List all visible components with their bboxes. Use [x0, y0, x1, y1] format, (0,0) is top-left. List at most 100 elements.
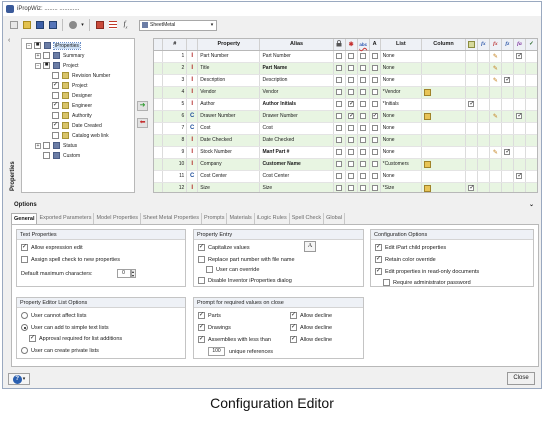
grid-checkbox[interactable] [371, 124, 378, 131]
flag-cell[interactable] [369, 158, 381, 171]
column-cell[interactable] [421, 86, 466, 99]
collapse-icon[interactable]: − [35, 62, 41, 69]
tree-node[interactable]: Designer [44, 91, 92, 100]
grid-checkbox[interactable] [360, 52, 367, 59]
cannot-affect-row[interactable]: User cannot affect lists [21, 311, 87, 320]
close-button[interactable]: Close [507, 372, 535, 385]
drawings-row[interactable]: ✓ Drawings [198, 323, 231, 332]
option-cell[interactable] [513, 182, 526, 192]
grid-checkbox[interactable]: ✓ [371, 112, 378, 119]
flag-cell[interactable] [333, 122, 346, 135]
row-selector[interactable] [154, 62, 164, 75]
tab-materials[interactable]: Materials [227, 213, 255, 224]
list-cell[interactable]: None [380, 146, 423, 159]
parts-checkbox[interactable]: ✓ [198, 312, 205, 319]
edit-child-row[interactable]: ✓ Edit iPart child properties [375, 243, 446, 252]
option-cell[interactable]: ✓ [501, 146, 514, 159]
option-cell[interactable] [513, 122, 526, 135]
option-cell[interactable]: ✎ [489, 146, 502, 159]
flag-cell[interactable] [333, 86, 346, 99]
expand-icon[interactable]: + [35, 52, 41, 59]
private-lists-radio[interactable] [21, 347, 28, 354]
grid-checkbox[interactable]: ✓ [504, 148, 510, 155]
option-cell[interactable] [465, 86, 478, 99]
tab-global[interactable]: Global [324, 213, 346, 224]
tree-node[interactable]: − ■ iProperties [26, 41, 81, 50]
row-selector[interactable] [154, 182, 164, 192]
options-header[interactable]: Options ⌄ [6, 199, 539, 211]
allow-expression-checkbox[interactable]: ✓ [21, 244, 28, 251]
list-cell[interactable]: None [380, 122, 423, 135]
cannot-affect-radio[interactable] [21, 312, 28, 319]
tree-node[interactable]: Custom [35, 151, 80, 160]
option-cell[interactable]: ✓ [513, 50, 526, 63]
grid-checkbox[interactable] [336, 160, 343, 167]
option-cell[interactable] [477, 182, 490, 192]
tree-node-checkbox[interactable] [43, 52, 50, 59]
property-name-cell[interactable]: Stock Number [197, 146, 261, 159]
grid-checkbox[interactable] [371, 64, 378, 71]
tree-node[interactable]: Revision Number [44, 71, 110, 80]
grid-checkbox[interactable] [348, 184, 355, 191]
flag-cell[interactable] [369, 122, 381, 135]
assemblies-row[interactable]: ✓ Assemblies with less than [198, 335, 271, 344]
flag-cell[interactable]: ✓ [369, 110, 381, 123]
open-button[interactable] [21, 20, 32, 31]
grid-checkbox[interactable] [371, 148, 378, 155]
table-row[interactable]: 9 I Stock Number Manf Part # None ✎ ✓ [154, 146, 537, 159]
require-admin-checkbox[interactable] [383, 279, 390, 286]
tree-node[interactable]: + Status [35, 141, 77, 150]
property-tree[interactable]: − ■ iProperties + Summary − ■ Project Revision N… [21, 38, 135, 193]
table-row[interactable]: 12 I Size Size *Size ✓ [154, 182, 537, 192]
option-cell[interactable] [465, 146, 478, 159]
column-cell[interactable] [421, 62, 466, 75]
tree-node[interactable]: Authority [44, 111, 92, 120]
property-name-cell[interactable]: Cost Center [197, 170, 261, 183]
flag-cell[interactable] [345, 134, 358, 147]
option-cell[interactable] [465, 170, 478, 183]
flag-cell[interactable] [357, 182, 370, 192]
grid-checkbox[interactable] [371, 52, 378, 59]
flag-cell[interactable] [333, 62, 346, 75]
flag-cell[interactable] [369, 146, 381, 159]
column-header-number[interactable]: # [162, 39, 188, 51]
allow-decline-assemblies-checkbox[interactable]: ✓ [290, 336, 297, 343]
option-cell[interactable] [501, 98, 514, 111]
tab-prompts[interactable]: Prompts [202, 213, 228, 224]
user-override-checkbox[interactable] [206, 266, 213, 273]
flag-cell[interactable]: ✓ [345, 110, 358, 123]
stepper-arrows-icon[interactable]: ▴ ▾ [130, 269, 136, 278]
grid-checkbox[interactable]: ✓ [516, 112, 522, 119]
private-lists-row[interactable]: User can create private lists [21, 346, 99, 355]
flag-cell[interactable] [345, 62, 358, 75]
style-select[interactable]: SheetMetal ▾ [139, 19, 217, 31]
grid-checkbox[interactable] [371, 172, 378, 179]
grid-checkbox[interactable]: ✓ [516, 172, 522, 179]
option-cell[interactable]: ✓ [501, 74, 514, 87]
tree-node-checkbox[interactable]: ✓ [52, 122, 59, 129]
option-cell[interactable] [489, 158, 502, 171]
option-cell[interactable] [513, 134, 526, 147]
tree-node-checkbox[interactable] [52, 112, 59, 119]
select-all-header[interactable] [154, 39, 164, 51]
approval-row[interactable]: ✓ Approval required for list additions [29, 334, 122, 343]
grid-checkbox[interactable] [360, 124, 367, 131]
option-cell[interactable] [477, 170, 490, 183]
row-selector[interactable] [154, 134, 164, 147]
property-name-cell[interactable]: Cost [197, 122, 261, 135]
option-cell[interactable] [477, 122, 490, 135]
capitalize-row[interactable]: ✓ Capitalize values [198, 243, 250, 252]
require-admin-row[interactable]: Require administrator password [383, 278, 471, 287]
tree-node-checkbox[interactable] [43, 152, 50, 159]
grid-checkbox[interactable] [371, 160, 378, 167]
flag-cell[interactable] [357, 170, 370, 183]
list-cell[interactable]: *Vendor [380, 86, 423, 99]
option-cell[interactable] [489, 170, 502, 183]
row-selector[interactable] [154, 86, 164, 99]
retain-color-row[interactable]: ✓ Retain color override [375, 255, 436, 264]
wizard-button[interactable] [94, 20, 105, 31]
table-row[interactable]: 5 I Author Author Initials ✓ *Initials ✓ [154, 98, 537, 111]
table-row[interactable]: 6 C Drawer Number Drawer Number ✓ ✓ None ✎ ✓ [154, 110, 537, 123]
flag-cell[interactable] [369, 134, 381, 147]
grid-checkbox[interactable] [371, 100, 378, 107]
